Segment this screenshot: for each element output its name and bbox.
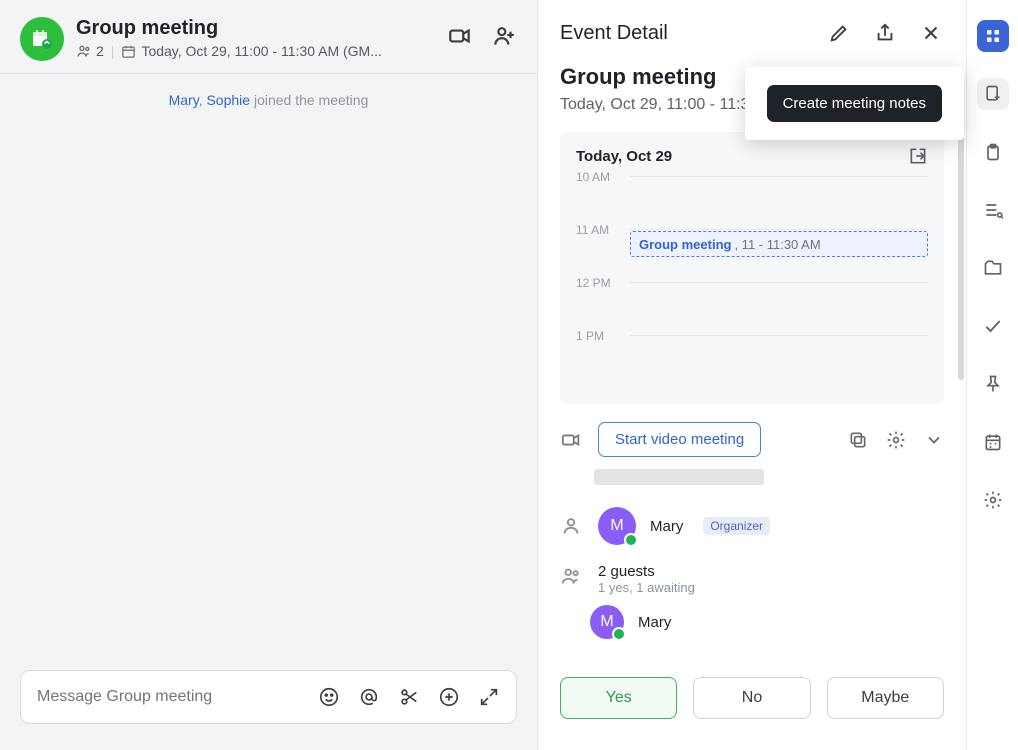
system-message: Mary, Sophie joined the meeting: [10, 92, 527, 108]
rsvp-row: Yes No Maybe: [538, 677, 966, 743]
organizer-avatar[interactable]: M: [598, 507, 636, 545]
copy-icon[interactable]: [848, 430, 868, 450]
share-icon[interactable]: [872, 20, 898, 46]
participant-count[interactable]: 2: [96, 43, 104, 59]
mention-icon[interactable]: [356, 684, 382, 710]
group-avatar[interactable]: [20, 17, 64, 61]
mini-calendar: Today, Oct 29 10 AM 11 AM 12 PM 1 PM Gro…: [560, 132, 944, 404]
video-call-icon[interactable]: [447, 23, 473, 49]
hour-10: 10 AM: [576, 170, 630, 184]
plus-circle-icon[interactable]: [436, 684, 462, 710]
detail-header-title: Event Detail: [560, 22, 668, 45]
rail-list-icon[interactable]: [977, 194, 1009, 226]
right-rail: [966, 0, 1018, 750]
participants-icon: [76, 43, 92, 59]
chat-messages: Mary, Sophie joined the meeting: [0, 74, 537, 670]
rail-calendar-icon[interactable]: [977, 426, 1009, 458]
rail-create-notes-icon[interactable]: [977, 78, 1009, 110]
gear-icon[interactable]: [886, 430, 906, 450]
edit-icon[interactable]: [826, 20, 852, 46]
check-badge-icon: [612, 627, 626, 641]
organizer-name: Mary: [650, 518, 683, 535]
calendar-group-icon: [30, 27, 54, 51]
sys-rest: joined the meeting: [250, 92, 368, 108]
check-badge-icon: [624, 533, 638, 547]
start-video-button[interactable]: Start video meeting: [598, 422, 761, 457]
open-calendar-icon[interactable]: [908, 146, 928, 166]
rail-settings-icon[interactable]: [977, 484, 1009, 516]
calendar-event-chip[interactable]: Group meeting , 11 - 11:30 AM: [630, 231, 928, 257]
guest-count: 2 guests: [598, 563, 695, 580]
rail-pin-icon[interactable]: [977, 368, 1009, 400]
chat-subtitle: 2 | Today, Oct 29, 11:00 - 11:30 AM (GM.…: [76, 43, 437, 59]
right-pane: Event Detail Group meeting Today, Oct 29…: [538, 0, 1018, 750]
calendar-small-icon: [121, 44, 136, 59]
tooltip-text: Create meeting notes: [767, 85, 942, 122]
organizer-initial: M: [610, 517, 623, 535]
event-chip-time: , 11 - 11:30 AM: [734, 237, 820, 252]
guest-avatar[interactable]: M: [590, 605, 624, 639]
scissors-icon[interactable]: [396, 684, 422, 710]
message-input-container: [20, 670, 517, 724]
rsvp-yes-button[interactable]: Yes: [560, 677, 677, 719]
close-icon[interactable]: [918, 20, 944, 46]
hour-13: 1 PM: [576, 329, 630, 343]
chat-pane: Group meeting 2 | Today, Oct 29, 11:00 -…: [0, 0, 538, 750]
chevron-down-icon[interactable]: [924, 430, 944, 450]
rail-clipboard-icon[interactable]: [977, 136, 1009, 168]
guests-icon: [560, 563, 584, 587]
rsvp-maybe-button[interactable]: Maybe: [827, 677, 944, 719]
person-icon: [560, 515, 584, 537]
rail-check-icon[interactable]: [977, 310, 1009, 342]
cal-day-label: Today, Oct 29: [576, 148, 672, 165]
message-input[interactable]: [35, 687, 316, 707]
chat-date: Today, Oct 29, 11:00 - 11:30 AM (GM...: [141, 43, 381, 59]
emoji-icon[interactable]: [316, 684, 342, 710]
guest-initial: M: [600, 613, 613, 631]
rsvp-no-button[interactable]: No: [693, 677, 810, 719]
hour-12: 12 PM: [576, 276, 630, 290]
meeting-link-placeholder: [594, 469, 764, 485]
rail-folder-icon[interactable]: [977, 252, 1009, 284]
organizer-badge: Organizer: [703, 517, 770, 535]
guest-name: Mary: [638, 614, 671, 631]
tooltip-container: Create meeting notes: [745, 67, 964, 140]
add-person-icon[interactable]: [491, 23, 517, 49]
video-icon: [560, 429, 584, 451]
sys-name1[interactable]: Mary: [169, 92, 199, 108]
sys-name2[interactable]: Sophie: [206, 92, 250, 108]
rail-apps-icon[interactable]: [977, 20, 1009, 52]
guest-summary: 1 yes, 1 awaiting: [598, 580, 695, 595]
event-chip-name: Group meeting: [639, 237, 731, 252]
expand-icon[interactable]: [476, 684, 502, 710]
chat-header: Group meeting 2 | Today, Oct 29, 11:00 -…: [0, 0, 537, 74]
hour-11: 11 AM: [576, 223, 630, 237]
chat-title: Group meeting: [76, 17, 437, 40]
